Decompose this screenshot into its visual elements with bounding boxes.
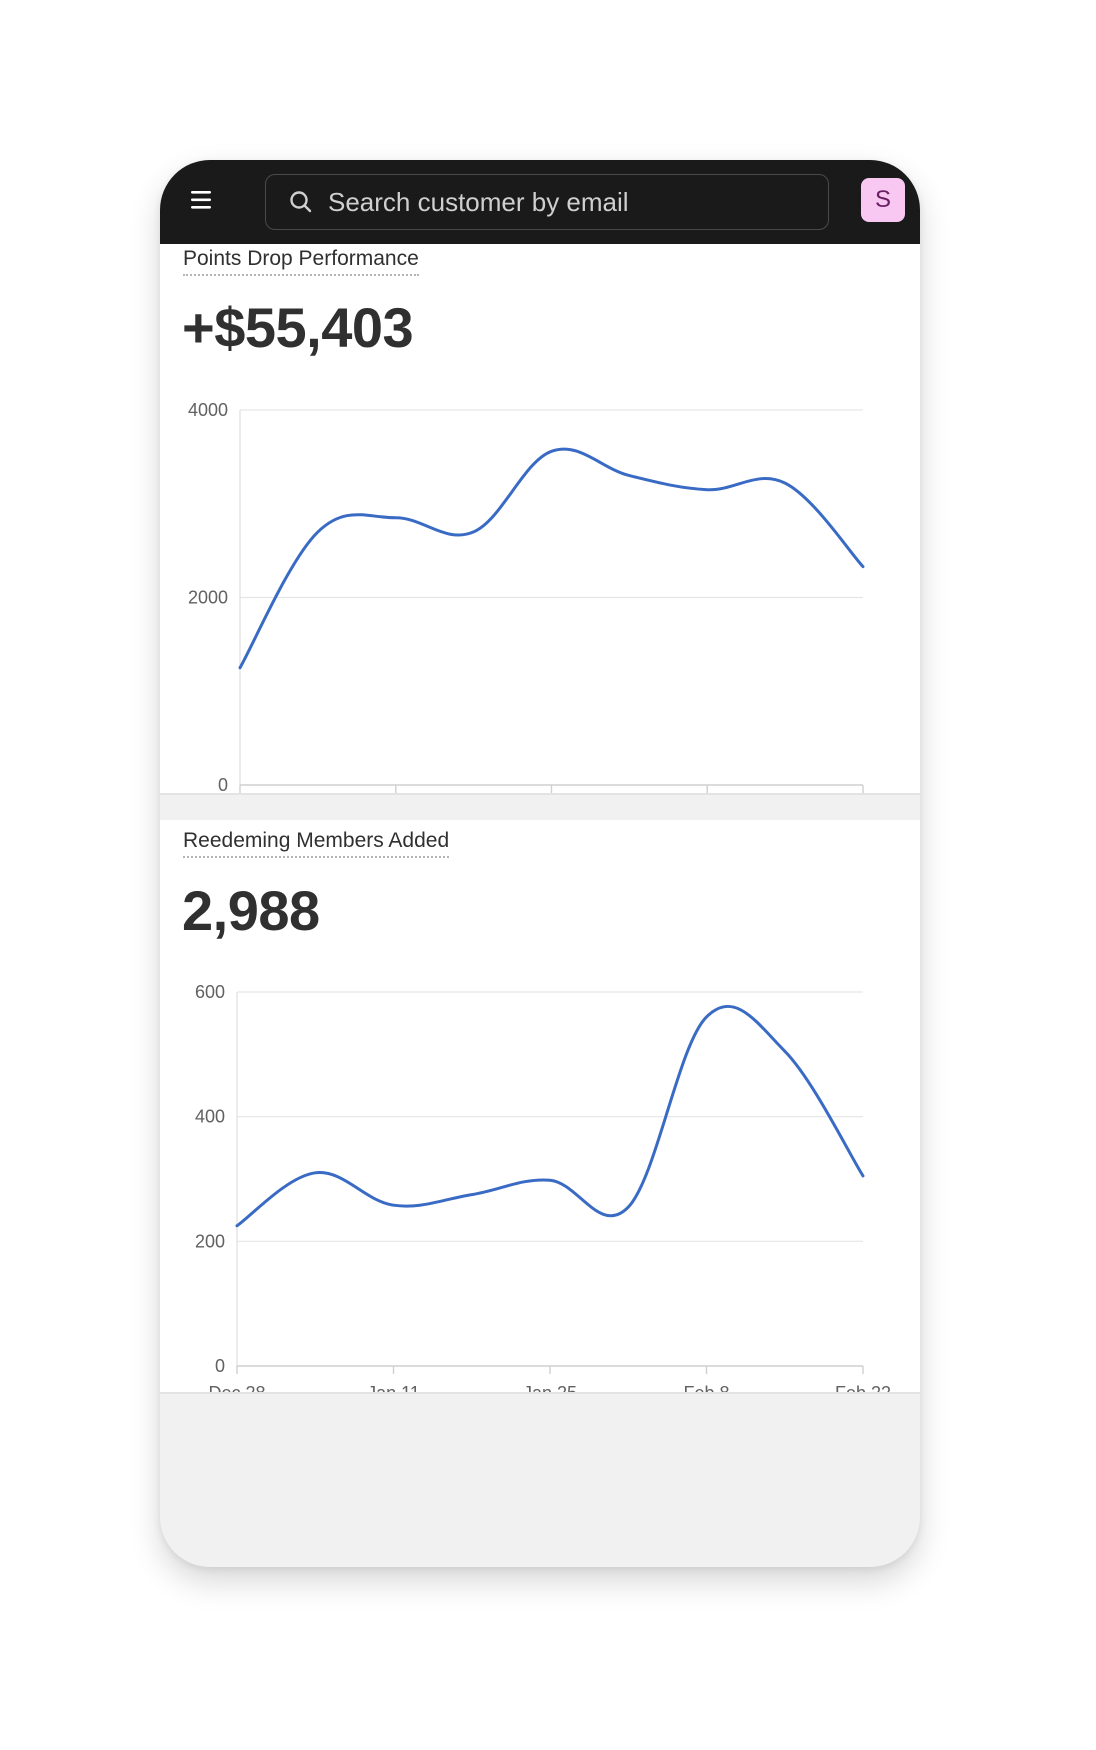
points-drop-chart: 020004000Dec 28Jan 11Jan 25Feb 8Feb 22 bbox=[188, 400, 865, 793]
menu-button[interactable] bbox=[188, 186, 216, 214]
search-icon bbox=[290, 191, 312, 213]
x-tick-label: Feb 8 bbox=[683, 1383, 729, 1392]
y-tick-label: 2000 bbox=[188, 588, 228, 608]
card-title[interactable]: Points Drop Performance bbox=[183, 247, 419, 276]
y-tick-label: 0 bbox=[218, 775, 228, 793]
phone-frame: S Points Drop Performance +$55,403 02000… bbox=[160, 160, 920, 1567]
redeeming-members-card: Reedeming Members Added 2,988 0 200 400 600… bbox=[160, 820, 920, 1394]
metric-value: 2,988 bbox=[182, 879, 320, 942]
points-drop-card: Points Drop Performance +$55,403 0 2000 40… bbox=[160, 244, 920, 795]
search-input[interactable] bbox=[326, 185, 816, 219]
avatar[interactable]: S bbox=[861, 178, 905, 222]
metric-value: +$55,403 bbox=[182, 296, 414, 359]
y-tick-label: 600 bbox=[195, 982, 225, 1002]
redeeming-members-chart: 0 200 400 600 Dec 28 Jan 11 Jan 25 Feb 8 Feb 22 bbox=[195, 982, 891, 1392]
series-line bbox=[238, 447, 865, 670]
x-tick-label: Dec 28 bbox=[208, 1383, 265, 1392]
y-tick-label: 0 bbox=[215, 1356, 225, 1376]
x-tick-label: Jan 11 bbox=[367, 1383, 420, 1392]
card-title[interactable]: Reedeming Members Added bbox=[183, 829, 450, 858]
y-tick-label: 200 bbox=[195, 1231, 225, 1251]
y-tick-label: 4000 bbox=[188, 400, 228, 420]
hamburger-menu-icon bbox=[191, 191, 211, 209]
x-tick-label: Feb 22 bbox=[835, 1383, 891, 1392]
y-tick-label: 400 bbox=[195, 1107, 225, 1127]
search-bar[interactable] bbox=[265, 174, 829, 230]
top-bar: S bbox=[160, 160, 920, 244]
x-tick-label: Jan 25 bbox=[523, 1383, 577, 1392]
